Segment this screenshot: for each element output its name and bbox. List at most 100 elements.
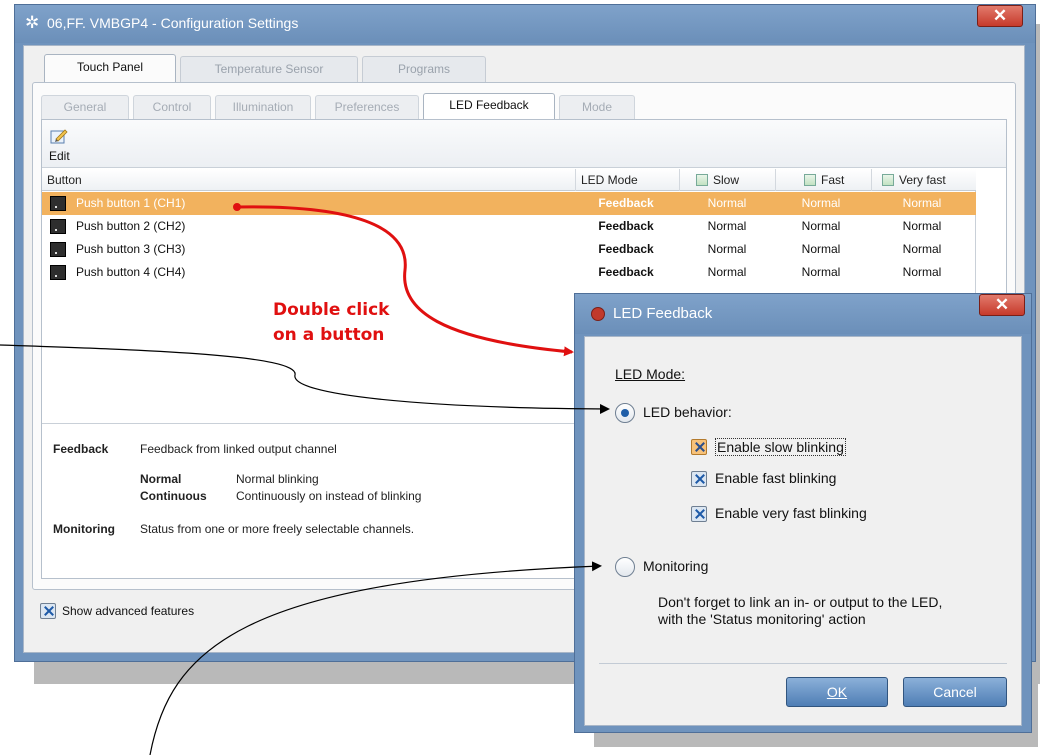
table-row[interactable]: Push button 4 (CH4) Feedback Normal Norm… <box>42 261 976 284</box>
led-mode-cell: Feedback <box>598 219 654 233</box>
column-header-very-fast[interactable]: Very fast <box>872 169 976 191</box>
monitoring-label: Monitoring <box>643 558 709 574</box>
edit-label: Edit <box>49 149 70 163</box>
dialog-titlebar[interactable]: LED Feedback <box>575 294 1031 334</box>
column-header-fast[interactable]: Fast <box>776 169 872 191</box>
button-cell: Push button 2 (CH2) <box>50 215 570 238</box>
slow-cell: Normal <box>707 219 747 233</box>
column-header-button[interactable]: Button <box>42 169 576 191</box>
double-click-annotation: Double click on a button <box>273 298 389 348</box>
column-header-led-mode[interactable]: LED Mode <box>576 169 680 191</box>
tab-touch-panel[interactable]: Touch Panel <box>44 54 176 82</box>
very-fast-cell: Normal <box>902 242 942 256</box>
push-button-icon <box>50 196 66 211</box>
cancel-button[interactable]: Cancel <box>903 677 1007 707</box>
radio-selected-icon <box>615 403 635 423</box>
led-behavior-label: LED behavior: <box>643 404 732 420</box>
led-icon <box>591 307 605 321</box>
button-name: Push button 1 (CH1) <box>76 196 186 210</box>
fast-cell: Normal <box>801 196 841 210</box>
tab-control[interactable]: Control <box>133 95 211 119</box>
fast-cell: Normal <box>801 265 841 279</box>
button-cell: Push button 1 (CH1) <box>50 192 570 215</box>
window-title: 06,FF. VMBGP4 - Configuration Settings <box>47 15 299 31</box>
fast-led-icon <box>804 174 816 186</box>
gear-icon: ✲ <box>25 13 40 32</box>
enable-fast-blinking-label: Enable fast blinking <box>715 470 837 486</box>
tab-temperature-sensor[interactable]: Temperature Sensor <box>180 56 358 82</box>
column-header-fast-label: Fast <box>821 173 845 187</box>
dialog-client-area: LED Mode: LED behavior: Enable slow blin… <box>584 336 1022 726</box>
ok-button[interactable]: OK <box>786 677 888 707</box>
checkbox-checked-icon <box>691 471 707 487</box>
slow-led-icon <box>696 174 708 186</box>
grid-header: Button LED Mode Slow Fast Very fast <box>42 169 976 191</box>
tab-mode[interactable]: Mode <box>559 95 635 119</box>
tab-illumination[interactable]: Illumination <box>215 95 311 119</box>
legend-normal-title: Normal <box>140 472 182 486</box>
fast-cell: Normal <box>801 219 841 233</box>
checkbox-checked-icon <box>40 603 56 619</box>
legend-normal-desc: Normal blinking <box>236 472 319 486</box>
table-row[interactable]: Push button 1 (CH1) Feedback Normal Norm… <box>42 192 976 215</box>
enable-very-fast-blinking-checkbox[interactable]: Enable very fast blinking <box>691 505 921 525</box>
led-feedback-dialog: LED Feedback ✕ LED Mode: LED behavior: E… <box>574 293 1032 733</box>
led-mode-cell: Feedback <box>598 265 654 279</box>
led-mode-section-label: LED Mode: <box>615 366 686 382</box>
show-advanced-features-label: Show advanced features <box>62 604 195 618</box>
enable-slow-blinking-label: Enable slow blinking <box>715 438 846 456</box>
enable-very-fast-blinking-label: Enable very fast blinking <box>715 505 867 521</box>
column-header-slow[interactable]: Slow <box>680 169 776 191</box>
dialog-title: LED Feedback <box>613 305 713 322</box>
slow-cell: Normal <box>707 265 747 279</box>
tab-led-feedback[interactable]: LED Feedback <box>423 93 555 119</box>
button-name: Push button 3 (CH3) <box>76 242 186 256</box>
annotation-line-1: Double click <box>273 300 390 320</box>
enable-fast-blinking-checkbox[interactable]: Enable fast blinking <box>691 470 891 490</box>
very-fast-cell: Normal <box>902 196 942 210</box>
column-header-slow-label: Slow <box>713 173 740 187</box>
column-header-led-mode-label: LED Mode <box>581 173 638 187</box>
annotation-line-2: on a button <box>273 325 385 345</box>
main-titlebar[interactable]: ✲ 06,FF. VMBGP4 - Configuration Settings <box>15 5 1035 43</box>
fast-cell: Normal <box>801 242 841 256</box>
edit-pencil-icon <box>50 129 68 144</box>
checkbox-checked-icon <box>691 439 707 455</box>
legend-continuous-title: Continuous <box>140 489 207 503</box>
tab-preferences[interactable]: Preferences <box>315 95 419 119</box>
column-header-very-fast-label: Very fast <box>899 173 946 187</box>
legend-monitoring-desc: Status from one or more freely selectabl… <box>140 522 415 536</box>
tab-programs[interactable]: Programs <box>362 56 486 82</box>
very-fast-cell: Normal <box>902 219 942 233</box>
very-fast-led-icon <box>882 174 894 186</box>
very-fast-cell: Normal <box>902 265 942 279</box>
enable-slow-blinking-checkbox[interactable]: Enable slow blinking <box>691 438 891 458</box>
led-behavior-radio[interactable]: LED behavior: <box>615 403 815 425</box>
dialog-divider <box>599 663 1007 664</box>
table-row[interactable]: Push button 2 (CH2) Feedback Normal Norm… <box>42 215 976 238</box>
legend-feedback-desc: Feedback from linked output channel <box>140 442 337 456</box>
legend-continuous-desc: Continuously on instead of blinking <box>236 489 422 503</box>
push-button-icon <box>50 242 66 257</box>
column-header-button-label: Button <box>47 173 82 187</box>
slow-cell: Normal <box>707 196 747 210</box>
monitoring-radio[interactable]: Monitoring <box>615 557 815 579</box>
cancel-button-label: Cancel <box>933 684 977 700</box>
monitoring-hint-line-1: Don't forget to link an in- or output to… <box>658 594 943 610</box>
button-cell: Push button 3 (CH3) <box>50 238 570 261</box>
dialog-close-button[interactable]: ✕ <box>979 294 1025 316</box>
push-button-icon <box>50 219 66 234</box>
ok-button-label: OK <box>826 684 848 700</box>
legend-monitoring-title: Monitoring <box>53 522 115 536</box>
show-advanced-features-checkbox[interactable]: Show advanced features <box>40 603 260 621</box>
close-icon: ✕ <box>992 6 1008 25</box>
button-name: Push button 4 (CH4) <box>76 265 186 279</box>
table-row[interactable]: Push button 3 (CH3) Feedback Normal Norm… <box>42 238 976 261</box>
edit-button[interactable]: Edit <box>44 122 76 166</box>
button-name: Push button 2 (CH2) <box>76 219 186 233</box>
tab-general[interactable]: General <box>41 95 129 119</box>
close-button[interactable]: ✕ <box>977 5 1023 27</box>
radio-unselected-icon <box>615 557 635 577</box>
legend-feedback-title: Feedback <box>53 442 109 456</box>
button-cell: Push button 4 (CH4) <box>50 261 570 284</box>
